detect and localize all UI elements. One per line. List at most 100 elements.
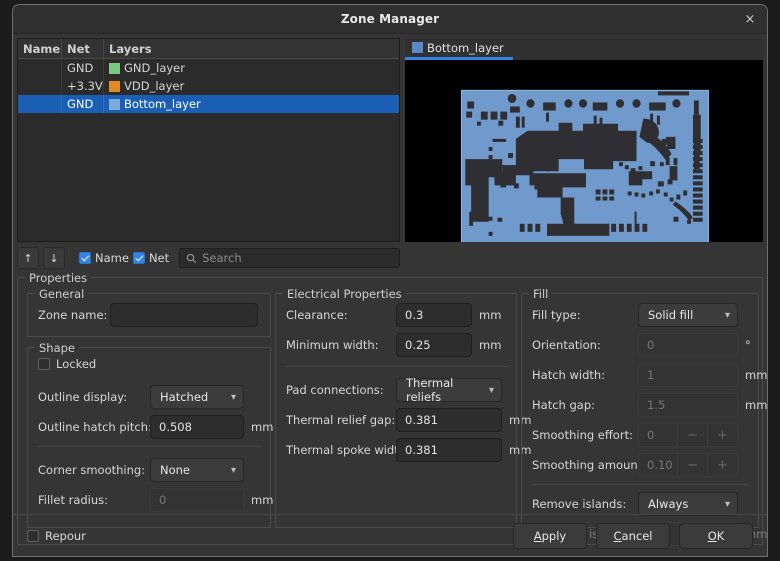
cell-net: GND — [62, 59, 104, 77]
pad-connections-select[interactable]: Thermal reliefs ▾ — [396, 378, 502, 402]
zone-list-header: Name Net Layers — [18, 39, 399, 59]
cell-name — [18, 59, 62, 77]
filter-name-label: Name — [95, 251, 129, 265]
cell-name — [18, 95, 62, 113]
remove-islands-select[interactable]: Always ▾ — [638, 492, 738, 516]
filter-name-checkbox[interactable]: Name — [79, 251, 129, 265]
close-icon[interactable]: × — [741, 10, 759, 28]
column-header-name[interactable]: Name — [18, 39, 62, 58]
corner-smoothing-label: Corner smoothing: — [38, 463, 150, 477]
smoothing-amount-label: Smoothing amount: — [532, 458, 638, 472]
cancel-button[interactable]: Cancel — [596, 523, 670, 549]
outline-hatch-pitch-unit: mm — [251, 420, 273, 434]
minimum-width-field[interactable]: 0.25 — [396, 333, 472, 357]
orientation-unit: ° — [745, 338, 751, 352]
move-up-icon[interactable]: ↑ — [17, 247, 39, 269]
hatch-gap-row: Hatch gap: 1.5 mm — [532, 393, 767, 417]
clearance-field[interactable]: 0.3 — [396, 303, 472, 327]
zone-manager-dialog: Zone Manager × Name Net Layers GND — [12, 4, 768, 557]
shape-group: Shape Locked Outline display: Hatched ▾ … — [27, 347, 271, 528]
increment-icon: + — [707, 424, 737, 446]
locked-checkbox[interactable]: Locked — [38, 357, 96, 371]
table-row[interactable]: +3.3V VDD_layer — [18, 77, 399, 95]
repour-label: Repour — [45, 529, 86, 543]
fill-type-label: Fill type: — [532, 308, 638, 322]
zone-preview-pane: Bottom_layer — [405, 38, 763, 242]
page-title: Zone Manager — [341, 12, 439, 26]
table-row[interactable]: GND GND_layer — [18, 59, 399, 77]
thermal-spoke-width-field[interactable]: 0.381 — [396, 438, 502, 462]
clearance-label: Clearance: — [286, 308, 396, 322]
corner-smoothing-value: None — [160, 463, 190, 477]
column-header-layers[interactable]: Layers — [104, 39, 399, 58]
smoothing-effort-label: Smoothing effort: — [532, 428, 638, 442]
checkbox-box — [38, 358, 50, 370]
smoothing-effort-row: Smoothing effort: 0 − + — [532, 423, 738, 447]
fill-type-value: Solid fill — [648, 308, 693, 322]
thermal-relief-gap-row: Thermal relief gap: 0.381 mm — [286, 408, 531, 432]
electrical-divider — [286, 366, 508, 367]
pad-connections-row: Pad connections: Thermal reliefs ▾ — [286, 378, 502, 402]
search-icon — [186, 253, 197, 264]
corner-smoothing-select[interactable]: None ▾ — [150, 458, 244, 482]
repour-checkbox[interactable]: Repour — [27, 529, 86, 543]
remove-islands-label: Remove islands: — [532, 497, 638, 511]
chevron-down-icon: ▾ — [725, 310, 730, 321]
fill-type-select[interactable]: Solid fill ▾ — [638, 303, 738, 327]
smoothing-effort-stepper: 0 − + — [638, 423, 738, 447]
apply-mnemonic: A — [534, 529, 542, 543]
table-row[interactable]: GND Bottom_layer — [18, 95, 399, 113]
thermal-relief-gap-label: Thermal relief gap: — [286, 413, 396, 427]
layer-color-swatch — [109, 99, 120, 110]
zone-list-rows: GND GND_layer +3.3V VDD_layer — [18, 59, 399, 241]
zone-name-label: Zone name: — [38, 308, 110, 322]
outline-display-select[interactable]: Hatched ▾ — [150, 385, 244, 409]
column-header-net[interactable]: Net — [62, 39, 104, 58]
dialog-body: Name Net Layers GND GND_layer — [13, 34, 767, 556]
orientation-label: Orientation: — [532, 338, 638, 352]
ok-button[interactable]: OK — [679, 523, 753, 549]
filter-net-label: Net — [149, 251, 169, 265]
thermal-spoke-width-label: Thermal spoke width: — [286, 443, 396, 457]
layer-name: Bottom_layer — [124, 97, 201, 111]
search-input[interactable]: Search — [179, 248, 400, 268]
outline-display-row: Outline display: Hatched ▾ — [38, 385, 244, 409]
smoothing-amount-stepper: 0.10 − + — [638, 453, 738, 477]
remove-islands-row: Remove islands: Always ▾ — [532, 492, 738, 516]
zone-list[interactable]: Name Net Layers GND GND_layer — [17, 38, 400, 242]
fill-divider — [532, 484, 750, 485]
checkbox-box — [79, 252, 91, 264]
search-placeholder: Search — [202, 251, 242, 265]
title-bar: Zone Manager × — [13, 5, 767, 34]
outline-display-label: Outline display: — [38, 390, 150, 404]
electrical-properties-group: Electrical Properties Clearance: 0.3 mm … — [275, 293, 517, 528]
zone-list-toolbar: ↑ ↓ Name Net Search — [17, 244, 400, 272]
thermal-relief-gap-field[interactable]: 0.381 — [396, 408, 502, 432]
minimum-width-unit: mm — [479, 338, 501, 352]
tab-bottom-layer[interactable]: Bottom_layer — [405, 38, 513, 60]
outline-hatch-pitch-label: Outline hatch pitch: — [38, 420, 150, 434]
smoothing-amount-value: 0.10 — [639, 458, 677, 472]
fillet-radius-unit: mm — [251, 493, 273, 507]
hatch-width-unit: mm — [745, 368, 767, 382]
fill-type-row: Fill type: Solid fill ▾ — [532, 303, 738, 327]
layer-name: VDD_layer — [124, 79, 184, 93]
zone-name-field[interactable] — [110, 303, 258, 327]
move-down-icon[interactable]: ↓ — [43, 247, 65, 269]
pad-connections-value: Thermal reliefs — [406, 376, 481, 404]
zone-name-row: Zone name: — [38, 303, 258, 327]
cell-net: +3.3V — [62, 77, 104, 95]
orientation-row: Orientation: 0 ° — [532, 333, 751, 357]
pcb-preview-canvas[interactable] — [405, 60, 763, 242]
ok-mnemonic: O — [708, 529, 717, 543]
apply-button[interactable]: Apply — [513, 523, 587, 549]
thermal-spoke-width-row: Thermal spoke width: 0.381 mm — [286, 438, 531, 462]
hatch-gap-label: Hatch gap: — [532, 398, 638, 412]
outline-hatch-pitch-field[interactable]: 0.508 — [150, 415, 244, 439]
locked-label: Locked — [56, 357, 96, 371]
clearance-unit: mm — [479, 308, 501, 322]
filter-net-checkbox[interactable]: Net — [133, 251, 169, 265]
checkbox-box — [133, 252, 145, 264]
hatch-width-row: Hatch width: 1 mm — [532, 363, 767, 387]
smoothing-amount-row: Smoothing amount: 0.10 − + — [532, 453, 738, 477]
